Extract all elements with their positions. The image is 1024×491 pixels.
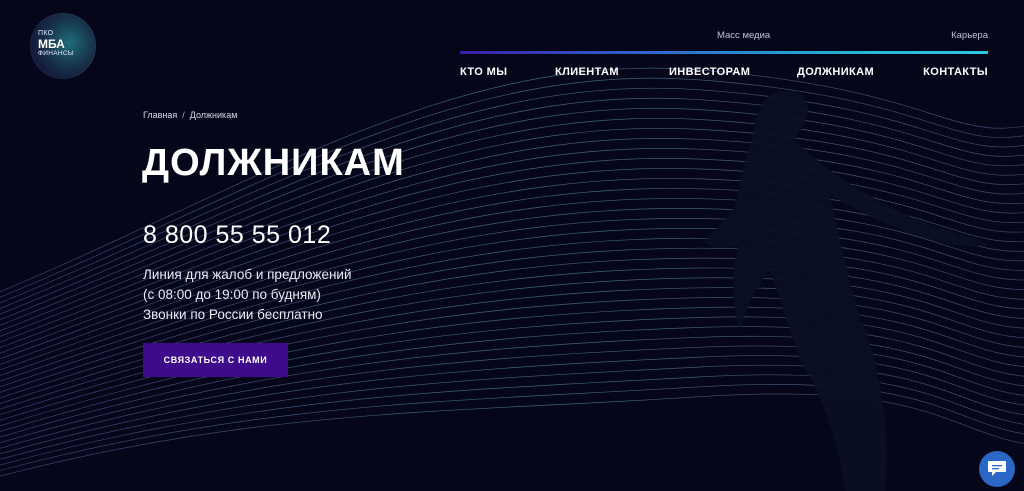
breadcrumb-home-link[interactable]: Главная — [143, 110, 177, 120]
logo-line-3: ФИНАНСЫ — [38, 50, 74, 57]
breadcrumb-current: Должникам — [189, 110, 238, 120]
hotline-line-3: Звонки по России бесплатно — [143, 307, 323, 322]
logo-text: ПКО МБА ФИНАНСЫ — [38, 30, 74, 58]
career-link[interactable]: Карьера — [951, 30, 988, 41]
figure-silhouette — [705, 90, 990, 491]
breadcrumb: Главная / Должникам — [143, 110, 237, 120]
hotline-phone[interactable]: 8 800 55 55 012 — [143, 221, 331, 250]
logo-line-2: МБА — [38, 37, 65, 51]
hotline-line-2: (с 08:00 до 19:00 по будням) — [143, 287, 321, 302]
top-links: Масс медиа Карьера — [460, 30, 988, 44]
mass-media-link[interactable]: Масс медиа — [717, 30, 770, 41]
main-nav: КТО МЫ КЛИЕНТАМ ИНВЕСТОРАМ ДОЛЖНИКАМ КОН… — [460, 66, 988, 80]
page-title: ДОЛЖНИКАМ — [142, 142, 405, 184]
nav-item-about[interactable]: КТО МЫ — [460, 66, 507, 78]
company-logo[interactable]: ПКО МБА ФИНАНСЫ — [30, 13, 96, 79]
breadcrumb-separator: / — [182, 110, 185, 120]
nav-gradient-bar — [460, 51, 988, 54]
nav-item-contacts[interactable]: КОНТАКТЫ — [923, 66, 988, 78]
nav-item-clients[interactable]: КЛИЕНТАМ — [555, 66, 619, 78]
logo-line-1: ПКО — [38, 30, 54, 37]
chat-button[interactable] — [979, 451, 1015, 487]
hotline-description: Линия для жалоб и предложений (с 08:00 д… — [143, 265, 352, 325]
hotline-line-1: Линия для жалоб и предложений — [143, 267, 352, 282]
contact-us-button[interactable]: СВЯЗАТЬСЯ С НАМИ — [143, 343, 288, 377]
nav-item-investors[interactable]: ИНВЕСТОРАМ — [669, 66, 750, 78]
chat-bubble-icon — [988, 461, 1006, 476]
nav-item-debtors[interactable]: ДОЛЖНИКАМ — [797, 66, 874, 78]
